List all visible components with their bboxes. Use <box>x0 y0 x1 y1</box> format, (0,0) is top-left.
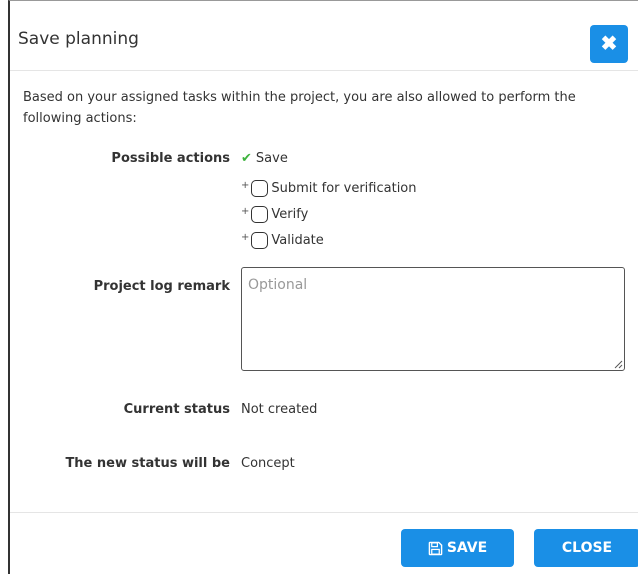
plus-marker: + <box>241 206 250 217</box>
new-status-value: Concept <box>241 456 295 471</box>
plus-marker: + <box>241 180 250 191</box>
close-button[interactable]: CLOSE <box>534 529 638 567</box>
save-button[interactable]: SAVE <box>401 529 514 567</box>
verify-checkbox[interactable] <box>251 206 269 223</box>
option-label: Verify <box>271 207 309 222</box>
resize-grip-icon[interactable] <box>613 359 623 369</box>
project-log-remark-input[interactable] <box>241 267 625 371</box>
current-status-label: Current status <box>123 402 230 417</box>
submit-for-verification-checkbox[interactable] <box>251 180 269 197</box>
save-planning-dialog: Save planning ✖ Based on your assigned t… <box>8 0 638 574</box>
floppy-disk-icon <box>428 541 443 555</box>
checkmark-icon: ✔ <box>241 151 252 166</box>
option-label: Validate <box>271 233 324 248</box>
close-icon-button[interactable]: ✖ <box>590 25 628 63</box>
option-label: Submit for verification <box>271 181 417 196</box>
dialog-footer-divider <box>10 512 638 513</box>
default-action-label: Save <box>255 151 288 166</box>
save-button-label: SAVE <box>446 540 488 556</box>
new-status-label: The new status will be <box>65 456 230 471</box>
option-validate[interactable]: + Validate <box>241 232 324 249</box>
possible-actions-label: Possible actions <box>111 151 230 166</box>
intro-text: Based on your assigned tasks within the … <box>23 90 576 126</box>
current-status-value: Not created <box>241 402 318 417</box>
validate-checkbox[interactable] <box>251 232 269 249</box>
project-log-remark-label: Project log remark <box>93 279 230 294</box>
close-icon: ✖ <box>600 33 618 55</box>
option-verify[interactable]: + Verify <box>241 206 308 223</box>
dialog-title: Save planning <box>18 29 139 49</box>
close-button-label: CLOSE <box>561 540 613 556</box>
default-action: ✔ Save <box>241 151 288 166</box>
plus-marker: + <box>241 232 250 243</box>
option-submit-for-verification[interactable]: + Submit for verification <box>241 180 417 197</box>
dialog-header: Save planning ✖ <box>10 1 638 71</box>
